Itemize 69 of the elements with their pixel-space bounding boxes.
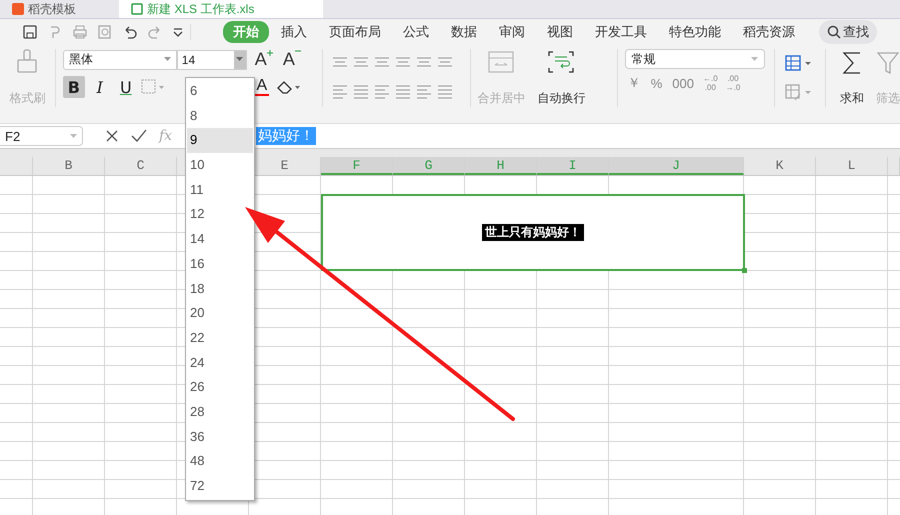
dropdown-icon[interactable] <box>234 50 246 68</box>
decrease-font-button[interactable]: A <box>280 49 303 70</box>
dropdown-icon <box>164 57 171 62</box>
menu-tab[interactable]: 公式 <box>393 21 439 43</box>
eraser-icon[interactable] <box>274 79 301 95</box>
column-header[interactable]: L <box>816 157 888 175</box>
font-size-field[interactable]: 14 <box>176 50 247 70</box>
column-header[interactable]: C <box>105 157 177 175</box>
wrap-text-button[interactable]: 自动换行 <box>537 90 586 107</box>
menu-item[interactable]: 8 <box>187 104 253 128</box>
minus-icon <box>294 50 301 52</box>
table-style-icon[interactable] <box>785 54 814 72</box>
check-icon[interactable] <box>131 129 147 143</box>
menu-item[interactable]: 24 <box>187 350 253 376</box>
sum-icon[interactable] <box>841 51 863 75</box>
wrap-text-icon[interactable] <box>548 51 574 73</box>
menu-tab[interactable]: 插入 <box>271 21 317 43</box>
save-icon[interactable] <box>22 24 38 40</box>
menu-tab[interactable]: 数据 <box>441 21 487 43</box>
print-preview-icon[interactable] <box>97 24 113 40</box>
menu-item[interactable]: 22 <box>187 326 253 351</box>
search-button[interactable]: 查找 <box>819 20 877 44</box>
plus-icon <box>266 50 273 56</box>
menu-item[interactable]: 14 <box>187 227 253 252</box>
name-box[interactable]: F2 <box>0 126 83 146</box>
spreadsheet-icon <box>131 3 143 15</box>
menu-item[interactable]: 26 <box>187 375 253 400</box>
column-header[interactable]: B <box>33 157 105 175</box>
cell-text: 世上只有妈妈好！ <box>482 224 584 241</box>
italic-button[interactable]: I <box>88 76 111 98</box>
menu-tab[interactable]: 视图 <box>537 21 583 43</box>
menu-tab[interactable]: 审阅 <box>489 21 535 43</box>
fill-handle[interactable] <box>742 268 747 273</box>
menu-item[interactable]: 16 <box>187 252 253 276</box>
menu-item[interactable]: 72 <box>187 474 253 499</box>
merge-cells-icon[interactable] <box>488 51 514 73</box>
menu-item[interactable]: 12 <box>187 202 253 228</box>
cell-style-icon[interactable] <box>785 84 814 102</box>
menu-item[interactable]: 36 <box>187 424 253 450</box>
search-icon <box>827 25 841 39</box>
menu-tab[interactable]: 稻壳资源 <box>733 21 805 43</box>
menu-tab[interactable]: 开发工具 <box>585 21 657 43</box>
cancel-icon[interactable] <box>105 129 119 143</box>
menu-tab[interactable]: 页面布局 <box>319 21 391 43</box>
font-name-field[interactable]: 黑体 <box>62 50 177 70</box>
font-color-button[interactable]: A <box>252 78 271 96</box>
underline-button[interactable]: U <box>114 76 137 98</box>
paint-brush-icon[interactable] <box>16 49 38 75</box>
increase-font-button[interactable]: A <box>252 49 275 70</box>
bold-button[interactable]: B <box>62 76 85 98</box>
number-format-field[interactable]: 常规 <box>624 49 765 69</box>
column-header[interactable]: K <box>744 157 816 175</box>
merged-cell[interactable]: 世上只有妈妈好！ <box>321 194 745 271</box>
filter-icon[interactable] <box>877 51 899 75</box>
menu-item[interactable]: 20 <box>187 301 253 326</box>
print-icon[interactable] <box>72 24 88 40</box>
menu-item[interactable]: 11 <box>187 178 253 202</box>
document-icon <box>12 3 24 15</box>
menu-item[interactable]: 6 <box>187 79 253 104</box>
menu-item[interactable]: 28 <box>187 400 253 425</box>
dropdown-icon <box>750 56 758 62</box>
menu-item[interactable]: 18 <box>187 276 253 302</box>
border-icon[interactable] <box>140 79 165 95</box>
document-tab[interactable]: 稻壳模板 <box>0 0 119 18</box>
sum-button[interactable]: 求和 <box>840 90 864 107</box>
dropdown-icon <box>70 134 77 138</box>
menu-item[interactable]: 48 <box>187 449 253 474</box>
menu-item[interactable]: 9 <box>187 128 253 154</box>
menu-tab[interactable]: 特色功能 <box>659 21 731 43</box>
